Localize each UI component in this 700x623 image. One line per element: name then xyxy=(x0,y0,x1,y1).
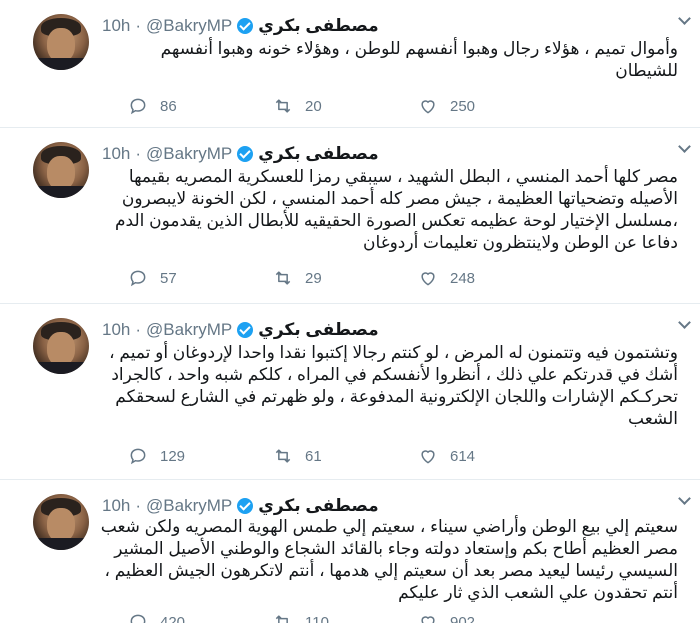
like-count: 902 xyxy=(450,613,476,623)
tweet-line: الشعب xyxy=(628,409,678,428)
like-button[interactable]: 902 xyxy=(418,612,563,623)
tweet-line: مصر العظيم أطاح بكم وإستعاد دولته وجاء ب… xyxy=(114,539,678,558)
reply-count: 129 xyxy=(160,447,186,465)
reply-icon xyxy=(130,614,146,623)
reply-count: 57 xyxy=(160,269,177,287)
reply-count: 86 xyxy=(160,97,177,115)
verified-badge-icon xyxy=(237,322,254,338)
retweet-icon xyxy=(275,449,291,463)
retweet-count: 61 xyxy=(305,447,322,465)
tweet-feed: 10h · @BakryMP مصطفى بكري وأموال تميم ، … xyxy=(0,0,700,623)
like-icon xyxy=(421,450,435,464)
verified-badge-icon xyxy=(237,498,254,514)
retweet-count: 29 xyxy=(305,269,322,287)
tweet-text: سعيتم إلي بيع الوطن وأراضي سيناء ، سعيتم… xyxy=(96,516,678,604)
verified-badge-icon xyxy=(237,18,254,34)
separator-dot: · xyxy=(135,16,142,35)
avatar[interactable] xyxy=(33,142,89,198)
retweet-icon xyxy=(275,615,288,623)
chevron-down-icon[interactable] xyxy=(678,142,690,154)
user-handle[interactable]: @BakryMP xyxy=(146,496,232,516)
like-count: 250 xyxy=(450,97,476,115)
chevron-down-icon[interactable] xyxy=(678,494,690,506)
tweet-line: وتشتمون فيه وتتمنون له المرض ، لو كنتم ر… xyxy=(109,343,678,362)
tweet-header: 10h · @BakryMP مصطفى بكري xyxy=(102,142,379,166)
retweet-button[interactable]: 110 xyxy=(273,612,418,623)
tweet-header: 10h · @BakryMP مصطفى بكري xyxy=(102,14,379,38)
tweet-actions: 86 20 250 xyxy=(128,94,563,118)
reply-button[interactable]: 57 xyxy=(128,268,273,288)
tweet-header: 10h · @BakryMP مصطفى بكري xyxy=(102,494,379,518)
reply-icon xyxy=(130,98,146,115)
tweet-time[interactable]: 10h xyxy=(102,496,130,516)
retweet-button[interactable]: 20 xyxy=(273,96,418,116)
tweet-actions: 129 61 614 xyxy=(128,444,563,468)
tweet-time[interactable]: 10h xyxy=(102,144,130,164)
like-count: 248 xyxy=(450,269,476,287)
separator-dot: · xyxy=(135,144,142,163)
avatar[interactable] xyxy=(33,494,89,550)
tweet-line: سعيتم إلي بيع الوطن وأراضي سيناء ، سعيتم… xyxy=(100,517,678,536)
chevron-down-icon[interactable] xyxy=(678,14,690,26)
reply-button[interactable]: 86 xyxy=(128,96,273,116)
tweet[interactable]: 10h · @BakryMP مصطفى بكري مصر كلها أحمد … xyxy=(0,128,700,304)
tweet[interactable]: 10h · @BakryMP مصطفى بكري وتشتمون فيه وت… xyxy=(0,304,700,480)
user-handle[interactable]: @BakryMP xyxy=(146,320,232,340)
tweet-line: وأموال تميم ، هؤلاء رجال وهبوا أنفسهم لل… xyxy=(160,39,678,58)
retweet-button[interactable]: 29 xyxy=(273,268,418,288)
separator-dot: · xyxy=(135,320,142,339)
reply-icon xyxy=(130,270,146,287)
retweet-count: 110 xyxy=(305,613,329,623)
like-count: 614 xyxy=(450,447,476,465)
like-icon xyxy=(421,616,435,623)
avatar[interactable] xyxy=(33,14,89,70)
tweet-line: تحركـكم الإشارات واللجان الإلكترونية الم… xyxy=(115,387,678,406)
reply-button[interactable]: 129 xyxy=(128,446,273,466)
user-handle[interactable]: @BakryMP xyxy=(146,16,232,36)
retweet-count: 20 xyxy=(305,97,322,115)
tweet-line: أشك في قدرتكم علي ذلك ، أنظروا لأنفسكم ف… xyxy=(111,365,678,384)
separator-dot: · xyxy=(135,496,142,515)
user-name[interactable]: مصطفى بكري xyxy=(258,144,378,164)
like-icon xyxy=(421,100,435,114)
user-handle[interactable]: @BakryMP xyxy=(146,144,232,164)
verified-badge-icon xyxy=(237,146,254,162)
like-button[interactable]: 614 xyxy=(418,446,563,466)
tweet-time[interactable]: 10h xyxy=(102,320,130,340)
reply-button[interactable]: 420 xyxy=(128,612,273,623)
retweet-icon xyxy=(275,99,291,113)
tweet-time[interactable]: 10h xyxy=(102,16,130,36)
chevron-down-icon[interactable] xyxy=(678,318,690,330)
retweet-icon xyxy=(275,271,291,285)
user-name[interactable]: مصطفى بكري xyxy=(258,496,378,516)
tweet-text: وأموال تميم ، هؤلاء رجال وهبوا أنفسهم لل… xyxy=(96,38,678,82)
user-name[interactable]: مصطفى بكري xyxy=(258,320,378,340)
tweet-text: مصر كلها أحمد المنسي ، البطل الشهيد ، سي… xyxy=(96,166,678,254)
reply-icon xyxy=(130,448,146,465)
tweet-line: للشيطان xyxy=(615,61,678,80)
tweet[interactable]: 10h · @BakryMP مصطفى بكري سعيتم إلي بيع … xyxy=(0,480,700,623)
tweet-line: دفاعا عن الوطن ولاينتظرون تعليمات أردوغا… xyxy=(363,233,678,252)
avatar[interactable] xyxy=(33,318,89,374)
like-button[interactable]: 250 xyxy=(418,96,563,116)
reply-count: 420 xyxy=(160,613,186,623)
tweet[interactable]: 10h · @BakryMP مصطفى بكري وأموال تميم ، … xyxy=(0,0,700,128)
tweet-line: السيسي رئيسا ليعيد مصر بعد أن سعيتم إلي … xyxy=(104,561,678,580)
tweet-line: ،مسلسل الإختيار لوحة عظيمه تعكس الصورة ا… xyxy=(115,211,678,230)
tweet-text: وتشتمون فيه وتتمنون له المرض ، لو كنتم ر… xyxy=(96,342,678,430)
tweet-actions: 420 110 902 xyxy=(128,610,563,623)
tweet-line: أنتم تحقدون علي الشعب الذي ثار عليكم xyxy=(398,583,678,602)
tweet-header: 10h · @BakryMP مصطفى بكري xyxy=(102,318,379,342)
retweet-button[interactable]: 61 xyxy=(273,446,418,466)
tweet-line: مصر كلها أحمد المنسي ، البطل الشهيد ، سي… xyxy=(128,167,678,186)
like-button[interactable]: 248 xyxy=(418,268,563,288)
like-icon xyxy=(421,272,435,286)
tweet-actions: 57 29 248 xyxy=(128,266,563,290)
tweet-line: الأصيله وتضحياتها العظيمة ، جيش مصر كله … xyxy=(121,189,678,208)
user-name[interactable]: مصطفى بكري xyxy=(258,16,378,36)
